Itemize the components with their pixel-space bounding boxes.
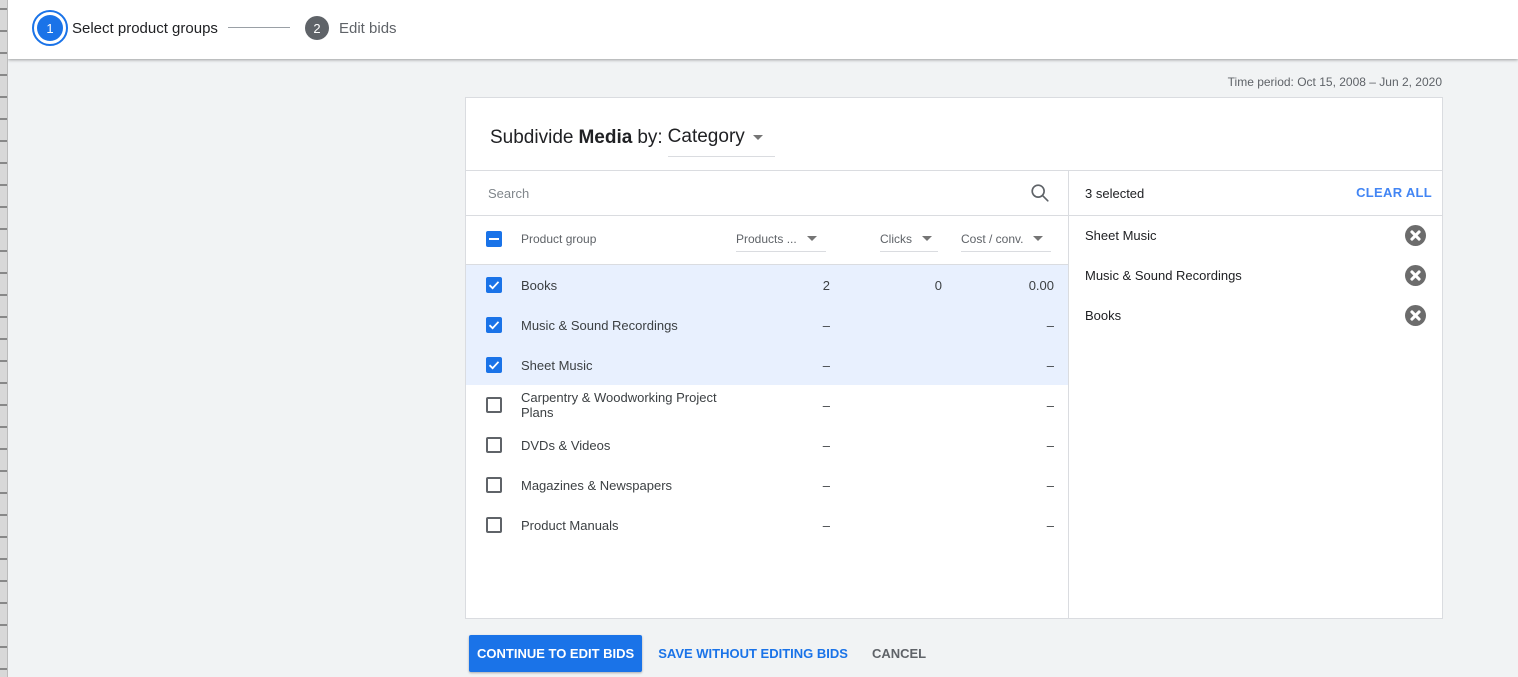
table-row[interactable]: Carpentry & Woodworking Project Plans – – — [466, 385, 1068, 425]
indeterminate-icon — [489, 238, 499, 240]
row-checkbox[interactable] — [486, 397, 502, 413]
sort-caret-icon — [806, 236, 817, 241]
step-1-label: Select product groups — [72, 19, 218, 37]
table-row[interactable]: Magazines & Newspapers – – — [466, 465, 1068, 505]
column-header-products-label: Products ... — [736, 231, 797, 246]
step-select-product-groups[interactable]: 1 Select product groups — [32, 0, 218, 56]
row-cost-conv: – — [1046, 398, 1054, 413]
cancel-button[interactable]: CANCEL — [864, 635, 934, 672]
row-checkbox[interactable] — [486, 317, 502, 333]
row-cost-conv: – — [1046, 438, 1054, 453]
row-product-group: Music & Sound Recordings — [521, 318, 678, 333]
clear-all-button[interactable]: CLEAR ALL — [1356, 185, 1432, 200]
row-checkbox[interactable] — [486, 517, 502, 533]
column-header-products[interactable]: Products ... — [736, 228, 826, 252]
step-edit-bids[interactable]: 2 Edit bids — [305, 0, 397, 56]
row-products: – — [822, 398, 830, 413]
table-row[interactable]: Books 2 0 0.00 — [466, 265, 1068, 305]
column-header-clicks-label: Clicks — [880, 231, 912, 246]
chevron-down-icon — [752, 134, 763, 140]
remove-icon[interactable] — [1405, 225, 1426, 246]
row-products: – — [822, 358, 830, 373]
row-clicks: 0 — [934, 278, 942, 293]
table-row[interactable]: DVDs & Videos – – — [466, 425, 1068, 465]
column-header-cost-conv-label: Cost / conv. — [961, 231, 1024, 246]
step-1-indicator: 1 — [32, 10, 68, 46]
continue-to-edit-bids-button[interactable]: CONTINUE TO EDIT BIDS — [469, 635, 643, 672]
row-cost-conv: – — [1046, 318, 1054, 333]
time-period-label: Time period: Oct 15, 2008 – Jun 2, 2020 — [1227, 75, 1442, 89]
row-products: – — [822, 478, 830, 493]
row-product-group: Books — [521, 278, 558, 293]
subdivide-card: Subdivide Media by: Category Product gro… — [465, 97, 1443, 619]
row-cost-conv: – — [1046, 358, 1054, 373]
checkmark-icon — [488, 321, 500, 330]
window-edge-strip — [0, 0, 8, 677]
title-group: Media — [578, 126, 633, 148]
selected-item: Books — [1069, 296, 1444, 336]
search-icon[interactable] — [1029, 182, 1051, 204]
row-checkbox[interactable] — [486, 477, 502, 493]
selection-header: 3 selected CLEAR ALL — [1069, 171, 1444, 215]
row-checkbox[interactable] — [486, 437, 502, 453]
step-2-label: Edit bids — [339, 19, 397, 37]
row-product-group: Carpentry & Woodworking Project Plans — [521, 390, 717, 420]
title-prefix: Subdivide — [490, 126, 574, 148]
row-products: 2 — [822, 278, 830, 293]
table-row[interactable]: Music & Sound Recordings – – — [466, 305, 1068, 345]
row-product-group: Product Manuals — [521, 518, 619, 533]
stepper-header: 1 Select product groups 2 Edit bids — [8, 0, 1518, 59]
stepper-connector — [228, 27, 290, 28]
column-header-product-group: Product group — [521, 232, 597, 246]
row-cost-conv: – — [1046, 478, 1054, 493]
selected-item-label: Sheet Music — [1085, 228, 1157, 243]
selected-count: 3 selected — [1085, 186, 1145, 201]
selected-item-label: Music & Sound Recordings — [1085, 268, 1242, 283]
row-product-group: Magazines & Newspapers — [521, 478, 673, 493]
checkmark-icon — [488, 281, 500, 290]
row-product-group: DVDs & Videos — [521, 438, 611, 453]
dimension-value: Category — [667, 126, 745, 147]
search-box — [466, 171, 1068, 215]
row-product-group: Sheet Music — [521, 358, 593, 373]
row-checkbox[interactable] — [486, 357, 502, 373]
selected-item: Music & Sound Recordings — [1069, 256, 1444, 296]
table-row[interactable]: Product Manuals – – — [466, 505, 1068, 545]
row-products: – — [822, 318, 830, 333]
remove-icon[interactable] — [1405, 265, 1426, 286]
save-without-editing-bids-button[interactable]: SAVE WITHOUT EDITING BIDS — [650, 635, 856, 672]
sort-caret-icon — [922, 236, 932, 241]
dimension-dropdown[interactable]: Category — [667, 126, 775, 157]
card-title: Subdivide Media by: Category — [490, 118, 775, 157]
select-all-checkbox[interactable] — [486, 231, 502, 247]
action-bar: CONTINUE TO EDIT BIDS SAVE WITHOUT EDITI… — [469, 635, 934, 672]
selected-item-label: Books — [1085, 308, 1122, 323]
checkmark-icon — [488, 361, 500, 370]
search-input[interactable] — [488, 183, 1008, 203]
row-cost-conv: 0.00 — [1028, 278, 1054, 293]
table-header: Product group Products ... Clicks Cost /… — [466, 216, 1068, 264]
table-row[interactable]: Sheet Music – – — [466, 345, 1068, 385]
row-products: – — [822, 438, 830, 453]
sort-caret-icon — [1033, 236, 1044, 241]
column-header-cost-conv[interactable]: Cost / conv. — [961, 228, 1051, 252]
remove-icon[interactable] — [1405, 305, 1426, 326]
row-products: – — [822, 518, 830, 533]
row-checkbox[interactable] — [486, 277, 502, 293]
title-by: by: — [637, 126, 663, 148]
column-header-clicks[interactable]: Clicks — [880, 228, 938, 252]
selected-item: Sheet Music — [1069, 216, 1444, 256]
row-cost-conv: – — [1046, 518, 1054, 533]
step-1-number: 1 — [37, 15, 63, 41]
step-2-number: 2 — [305, 16, 329, 40]
